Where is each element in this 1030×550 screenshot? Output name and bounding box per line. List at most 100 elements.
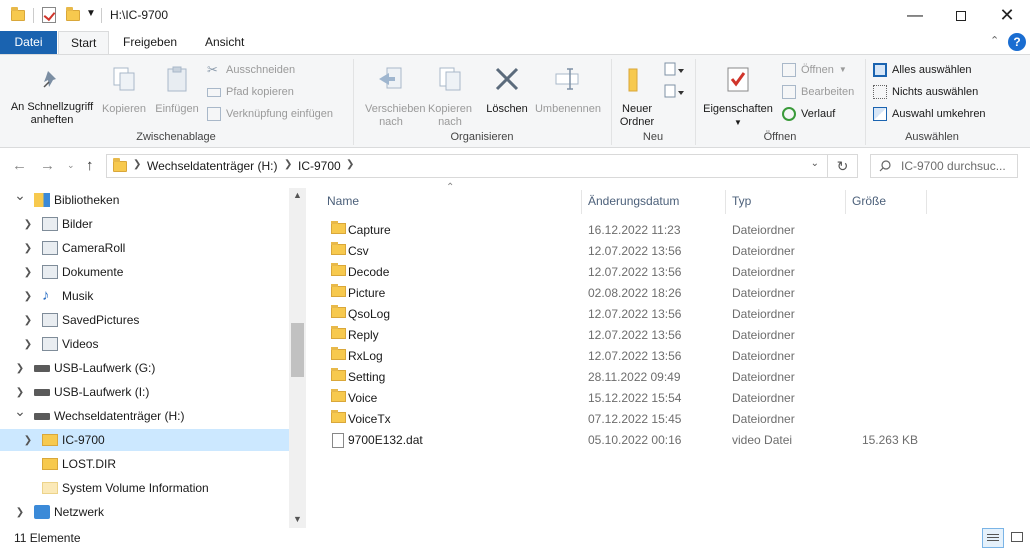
properties-dropdown-icon[interactable]: ▼ — [700, 116, 776, 129]
search-input[interactable]: IC-9700 durchsuc... — [870, 154, 1018, 178]
tab-ansicht[interactable]: Ansicht — [193, 31, 256, 54]
delete-button[interactable]: Löschen — [483, 65, 531, 116]
tree-item[interactable]: ❯ USB-Laufwerk (G:) — [0, 357, 290, 379]
file-row[interactable]: Reply 12.07.2022 13:56 Dateiordner — [324, 325, 1024, 346]
column-header-size[interactable]: Größe — [852, 194, 886, 208]
tree-item[interactable]: ❯ Videos — [0, 333, 290, 355]
chevron-right-icon[interactable]: ❯ — [22, 339, 34, 350]
tree-item[interactable]: System Volume Information — [0, 477, 290, 499]
file-row[interactable]: 9700E132.dat 05.10.2022 00:16 video Datei 1… — [324, 430, 1024, 451]
tree-item[interactable]: ❯ SavedPictures — [0, 309, 290, 331]
tree-item[interactable]: ❯ Bilder — [0, 213, 290, 235]
file-row[interactable]: Voice 15.12.2022 15:54 Dateiordner — [324, 388, 1024, 409]
tree-item[interactable]: ⌄ Wechseldatenträger (H:) — [0, 403, 290, 427]
file-row[interactable]: Capture 16.12.2022 11:23 Dateiordner — [324, 220, 1024, 241]
chevron-right-icon[interactable]: ❯ — [22, 219, 34, 230]
breadcrumb-drive[interactable]: Wechseldatenträger (H:) — [147, 159, 278, 173]
tree-item[interactable]: ❯ IC-9700 — [0, 429, 290, 451]
open-button[interactable]: Öffnen ▼ — [782, 61, 847, 79]
select-all-button[interactable]: Alles auswählen — [873, 61, 972, 79]
up-arrow-icon[interactable]: ↑ — [86, 157, 94, 174]
tree-item[interactable]: ❯ Netzwerk — [0, 501, 290, 523]
scroll-down-icon[interactable]: ▼ — [293, 514, 302, 524]
file-row[interactable]: RxLog 12.07.2022 13:56 Dateiordner — [324, 346, 1024, 367]
file-row[interactable]: Csv 12.07.2022 13:56 Dateiordner — [324, 241, 1024, 262]
forward-arrow-icon[interactable]: → — [40, 157, 55, 174]
copy-path-button[interactable]: Pfad kopieren — [207, 83, 294, 101]
select-none-button[interactable]: Nichts auswählen — [873, 83, 978, 101]
copy-to-button[interactable]: Kopieren nach — [424, 65, 476, 129]
scroll-up-icon[interactable]: ▲ — [293, 190, 302, 200]
tree-item[interactable]: ❯ Dokumente — [0, 261, 290, 283]
chevron-right-icon[interactable]: ❯ — [22, 291, 34, 302]
chevron-down-icon[interactable]: ⌄ — [14, 403, 26, 420]
tree-item[interactable]: ⌄ Bibliotheken — [0, 188, 290, 211]
column-divider[interactable] — [725, 190, 726, 214]
refresh-button[interactable]: ↻ — [828, 154, 858, 178]
help-icon[interactable]: ? — [1008, 33, 1026, 51]
column-divider[interactable] — [845, 190, 846, 214]
copy-button[interactable]: Kopieren — [99, 65, 149, 116]
paste-button[interactable]: Einfügen — [151, 65, 203, 116]
collapse-ribbon-icon[interactable]: ⌃ — [990, 34, 999, 47]
details-view-icon[interactable] — [982, 528, 1004, 548]
maximize-button[interactable] — [938, 0, 984, 31]
address-dropdown-icon[interactable]: ⌄ — [811, 158, 819, 169]
quick-access-dropdown-icon[interactable]: ▼ — [86, 8, 96, 26]
chevron-right-icon[interactable]: ❯ — [14, 387, 26, 398]
column-header-name[interactable]: Name — [327, 194, 359, 208]
paste-shortcut-button[interactable]: Verknüpfung einfügen — [207, 105, 333, 123]
chevron-down-icon[interactable]: ⌄ — [14, 188, 26, 204]
tab-freigeben[interactable]: Freigeben — [111, 31, 189, 54]
tree-item[interactable]: ❯ ♪ Musik — [0, 285, 290, 307]
breadcrumb-folder[interactable]: IC-9700 — [298, 159, 341, 173]
breadcrumb-chevron-icon[interactable]: ❯ — [346, 159, 354, 170]
tree-item[interactable]: ❯ USB-Laufwerk (I:) — [0, 381, 290, 403]
close-button[interactable]: ✕ — [984, 0, 1030, 31]
tree-item[interactable]: LOST.DIR — [0, 453, 290, 475]
new-item-button[interactable] — [662, 61, 686, 83]
easy-access-button[interactable] — [662, 83, 686, 105]
scroll-thumb[interactable] — [291, 323, 304, 377]
breadcrumb-chevron-icon[interactable]: ❯ — [133, 159, 141, 170]
column-divider[interactable] — [926, 190, 927, 214]
chevron-right-icon[interactable]: ❯ — [22, 435, 34, 446]
pin-quick-access-button[interactable]: An Schnellzugriff anheften — [4, 67, 100, 127]
tab-datei[interactable]: Datei — [0, 31, 57, 54]
recent-locations-icon[interactable]: ⌄ — [67, 160, 75, 171]
properties-quick-icon[interactable] — [42, 7, 56, 25]
file-row[interactable]: QsoLog 12.07.2022 13:56 Dateiordner — [324, 304, 1024, 325]
breadcrumb-chevron-icon[interactable]: ❯ — [284, 159, 292, 170]
file-row[interactable]: Picture 02.08.2022 18:26 Dateiordner — [324, 283, 1024, 304]
invert-selection-button[interactable]: Auswahl umkehren — [873, 105, 986, 123]
edit-button[interactable]: Bearbeiten — [782, 83, 854, 101]
chevron-right-icon[interactable]: ❯ — [22, 243, 34, 254]
new-folder-button[interactable]: Neuer Ordner — [615, 65, 659, 129]
chevron-right-icon[interactable]: ❯ — [22, 267, 34, 278]
rename-button[interactable]: Umbenennen — [531, 65, 605, 116]
nav-scrollbar[interactable]: ▲ ▼ — [289, 188, 306, 528]
large-icons-view-icon[interactable] — [1006, 528, 1028, 548]
chevron-right-icon[interactable]: ❯ — [22, 315, 34, 326]
column-header-type[interactable]: Typ — [732, 194, 751, 208]
file-row[interactable]: VoiceTx 07.12.2022 15:45 Dateiordner — [324, 409, 1024, 430]
tab-start[interactable]: Start — [58, 31, 110, 55]
move-to-button[interactable]: Verschieben nach — [358, 65, 426, 129]
address-bar[interactable]: ❯ Wechseldatenträger (H:) ❯ IC-9700 ❯ ⌄ — [106, 154, 828, 178]
properties-button[interactable]: Eigenschaften ▼ — [700, 65, 776, 129]
back-arrow-icon[interactable]: ← — [12, 157, 27, 174]
column-divider[interactable] — [581, 190, 582, 214]
sort-ascending-icon: ⌃ — [446, 182, 455, 193]
new-folder-quick-icon[interactable] — [66, 7, 80, 28]
column-header-date[interactable]: Änderungsdatum — [588, 194, 679, 208]
history-button[interactable]: Verlauf — [782, 105, 835, 123]
chevron-right-icon[interactable]: ❯ — [14, 363, 26, 374]
minimize-button[interactable]: — — [892, 0, 938, 31]
file-row[interactable]: Decode 12.07.2022 13:56 Dateiordner — [324, 262, 1024, 283]
cut-button[interactable]: ✂ Ausschneiden — [207, 61, 295, 79]
chevron-right-icon[interactable]: ❯ — [14, 507, 26, 518]
tree-item[interactable]: ❯ CameraRoll — [0, 237, 290, 259]
open-dropdown-icon[interactable]: ▼ — [839, 61, 847, 79]
divider — [101, 8, 102, 23]
file-row[interactable]: Setting 28.11.2022 09:49 Dateiordner — [324, 367, 1024, 388]
